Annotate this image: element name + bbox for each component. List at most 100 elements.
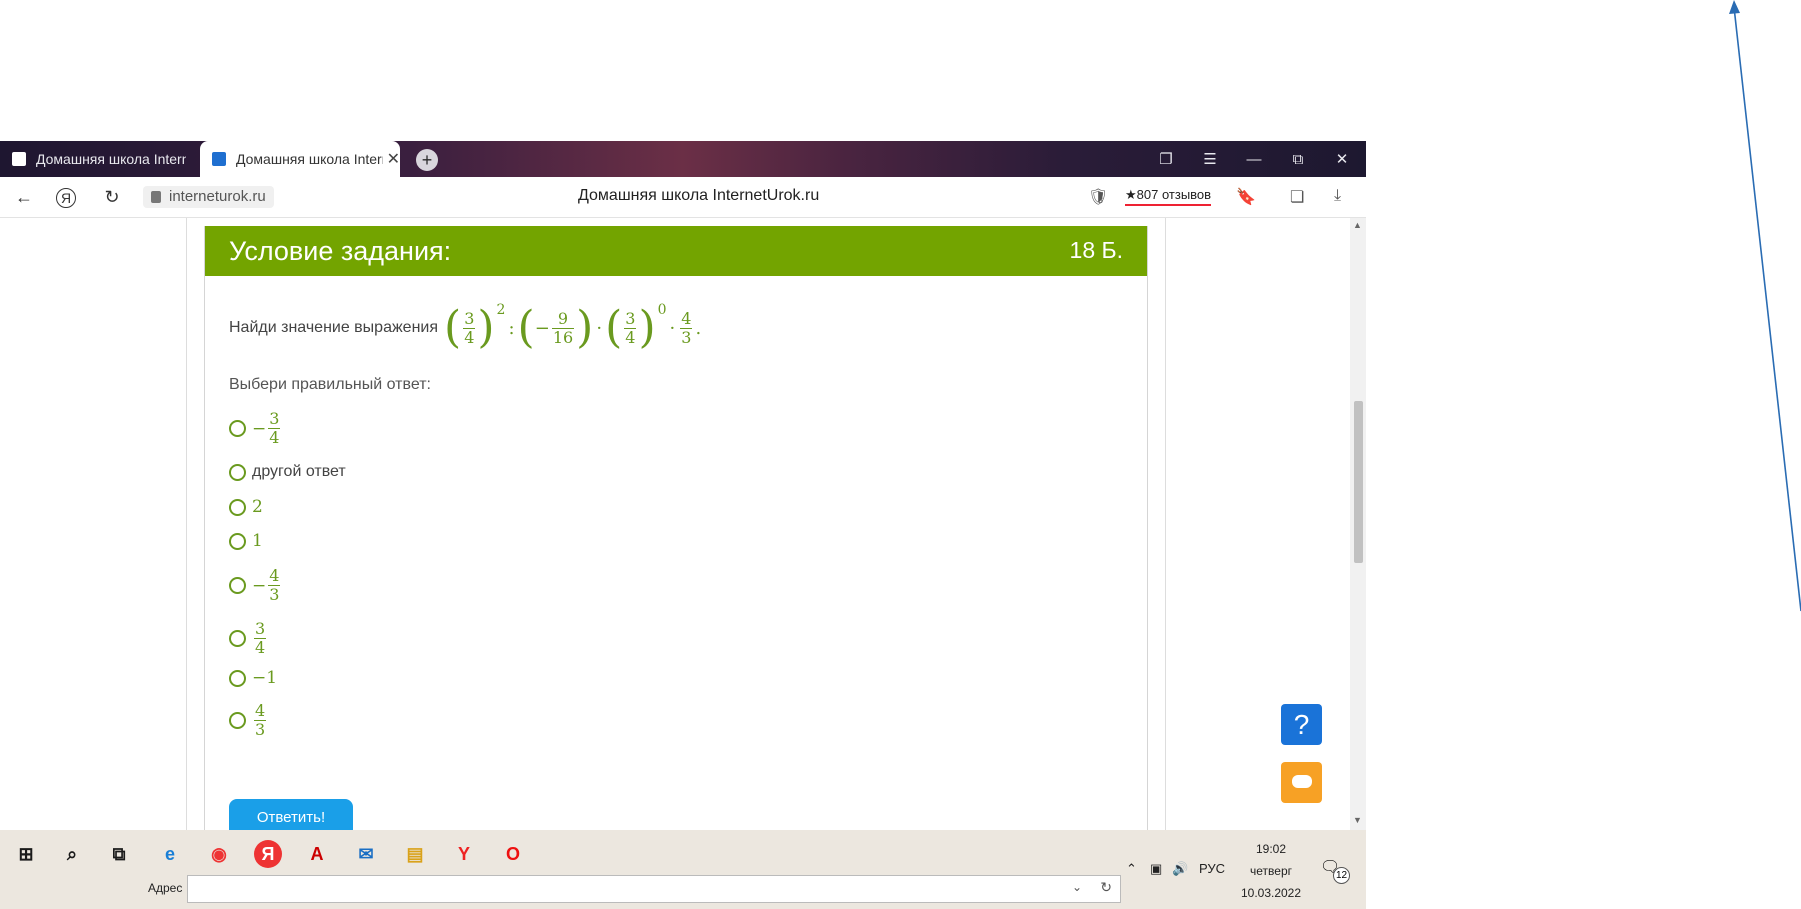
task-view-icon[interactable]: ⧉ (105, 840, 133, 868)
volume-icon[interactable]: 🔊 (1172, 861, 1188, 877)
expr-denominator: 4 (463, 327, 476, 347)
menu-icon[interactable]: ☰ (1188, 141, 1232, 177)
new-tab-button[interactable]: + (416, 149, 438, 171)
expr-period: . (695, 317, 702, 339)
option-denominator: 3 (268, 585, 281, 604)
option-denominator: 4 (254, 638, 267, 657)
expr-numerator: 9 (557, 308, 569, 328)
opera-icon[interactable]: O (499, 840, 527, 868)
address-toolbar-label: Адрес (148, 881, 183, 895)
clock-date: 10.03.2022 (1240, 886, 1302, 900)
url-chip[interactable]: interneturok.ru (143, 186, 274, 208)
question-text: Найди значение выражения ( 34 ) 2 : ( − … (229, 298, 701, 358)
tab-inactive[interactable]: Домашняя школа InternetUrok.ru (0, 141, 200, 177)
bookmark-icon[interactable]: 🔖 (1236, 187, 1256, 207)
yandex-icon[interactable]: Y (450, 840, 478, 868)
option-value: 1 (252, 531, 263, 551)
expr-denominator: 3 (680, 327, 693, 347)
tab-title: Домашняя школа InternetUrok.ru (36, 151, 186, 167)
extension-badge: 3 (1098, 195, 1104, 205)
close-tab-icon[interactable]: ✕ (387, 149, 400, 169)
collections-panel-icon[interactable]: ❏ (1290, 187, 1304, 207)
option-sign: − (252, 575, 267, 596)
network-icon[interactable]: ▣ (1150, 861, 1162, 877)
chrome-icon[interactable]: ◉ (205, 840, 233, 868)
scroll-down-icon[interactable]: ▼ (1353, 815, 1362, 825)
file-explorer-icon[interactable]: ▤ (401, 840, 429, 868)
answer-option[interactable]: 2 (229, 497, 263, 517)
vertical-scrollbar[interactable]: ▲ ▼ (1350, 218, 1366, 830)
mail-icon[interactable]: ✉ (352, 840, 380, 868)
search-icon[interactable]: ⌕ (58, 840, 86, 868)
site-favicon-icon (212, 152, 226, 166)
option-numerator: 3 (269, 409, 280, 428)
radio-button[interactable] (229, 532, 246, 550)
expr-exponent: 2 (496, 302, 506, 318)
submit-answer-button[interactable]: Ответить! (229, 799, 353, 830)
scroll-thumb[interactable] (1354, 401, 1363, 563)
chat-button[interactable] (1281, 762, 1322, 803)
option-value: 2 (252, 497, 263, 517)
question-label: Найди значение выражения (229, 319, 439, 336)
yandex-icon[interactable]: Я (56, 188, 76, 208)
option-denominator: 4 (268, 428, 281, 447)
answer-option[interactable]: −1 (229, 668, 277, 688)
scroll-up-icon[interactable]: ▲ (1353, 220, 1362, 230)
expr-dot: · (596, 317, 603, 339)
url-text: interneturok.ru (169, 188, 266, 205)
answer-option[interactable]: − 43 (229, 567, 282, 604)
math-expression: ( 34 ) 2 : ( − 9 16 ) · ( 34 ) 0 · 43 . (444, 302, 702, 353)
browser-window: Домашняя школа InternetUrok.ru Домашняя … (0, 141, 1366, 830)
page-content: Условие задания: 18 Б. Найди значение вы… (0, 218, 1366, 830)
refresh-icon[interactable]: ↻ (1100, 879, 1112, 896)
minimize-button[interactable]: — (1232, 141, 1276, 177)
close-window-button[interactable]: ✕ (1320, 141, 1364, 177)
restore-button[interactable]: ⧉ (1276, 141, 1320, 177)
reviews-badge[interactable]: ★807 отзывов (1125, 187, 1212, 206)
option-value: −1 (252, 668, 278, 688)
expr-exponent: 0 (657, 302, 667, 318)
clock-weekday: четверг (1250, 864, 1292, 878)
adobe-reader-icon[interactable]: A (303, 840, 331, 868)
help-button[interactable]: ? (1281, 704, 1322, 745)
task-card: Условие задания: 18 Б. Найди значение вы… (204, 226, 1148, 830)
radio-button[interactable] (229, 669, 246, 687)
download-icon[interactable]: ⤓ (1334, 187, 1341, 205)
language-indicator[interactable]: РУС (1199, 861, 1225, 876)
answer-option[interactable]: 43 (229, 702, 268, 739)
clock[interactable]: 19:02 четверг 10.03.2022 (1236, 838, 1306, 904)
answer-option[interactable]: 34 (229, 620, 268, 657)
radio-button[interactable] (229, 577, 246, 594)
lock-icon (151, 191, 161, 203)
clock-time: 19:02 (1255, 842, 1287, 856)
tab-active[interactable]: Домашняя школа InternetUrok.ru ✕ (200, 141, 400, 177)
back-arrow-icon[interactable]: ← (12, 185, 36, 209)
option-numerator: 4 (255, 701, 266, 720)
expr-minus: − (534, 317, 550, 339)
page-title: Домашняя школа InternetUrok.ru (578, 187, 820, 204)
expr-operator: : (508, 317, 515, 339)
expr-dot: · (669, 317, 676, 339)
reload-icon[interactable]: ↻ (100, 185, 124, 209)
radio-button[interactable] (229, 463, 246, 481)
task-score: 18 Б. (1069, 237, 1123, 263)
answer-option[interactable]: − 34 (229, 410, 282, 447)
option-denominator: 3 (254, 720, 267, 739)
edge-icon[interactable]: e (156, 840, 184, 868)
radio-button[interactable] (229, 630, 246, 647)
option-text: другой ответ (252, 463, 346, 480)
expr-denominator: 4 (624, 327, 637, 347)
radio-button[interactable] (229, 420, 246, 437)
windows-start-icon[interactable]: ⊞ (12, 840, 40, 868)
radio-button[interactable] (229, 498, 246, 516)
notification-count: 12 (1333, 867, 1350, 884)
answer-option[interactable]: другой ответ (229, 463, 346, 481)
address-toolbar-input[interactable]: ⌄ ↻ (187, 875, 1121, 903)
yandex-browser-icon[interactable]: Я (254, 840, 282, 868)
chevron-down-icon[interactable]: ⌄ (1072, 880, 1082, 894)
tray-chevron-icon[interactable]: ⌃ (1126, 861, 1137, 877)
radio-button[interactable] (229, 712, 246, 729)
collections-icon[interactable]: ❐ (1144, 141, 1188, 177)
answer-option[interactable]: 1 (229, 531, 263, 551)
option-numerator: 3 (255, 619, 266, 638)
